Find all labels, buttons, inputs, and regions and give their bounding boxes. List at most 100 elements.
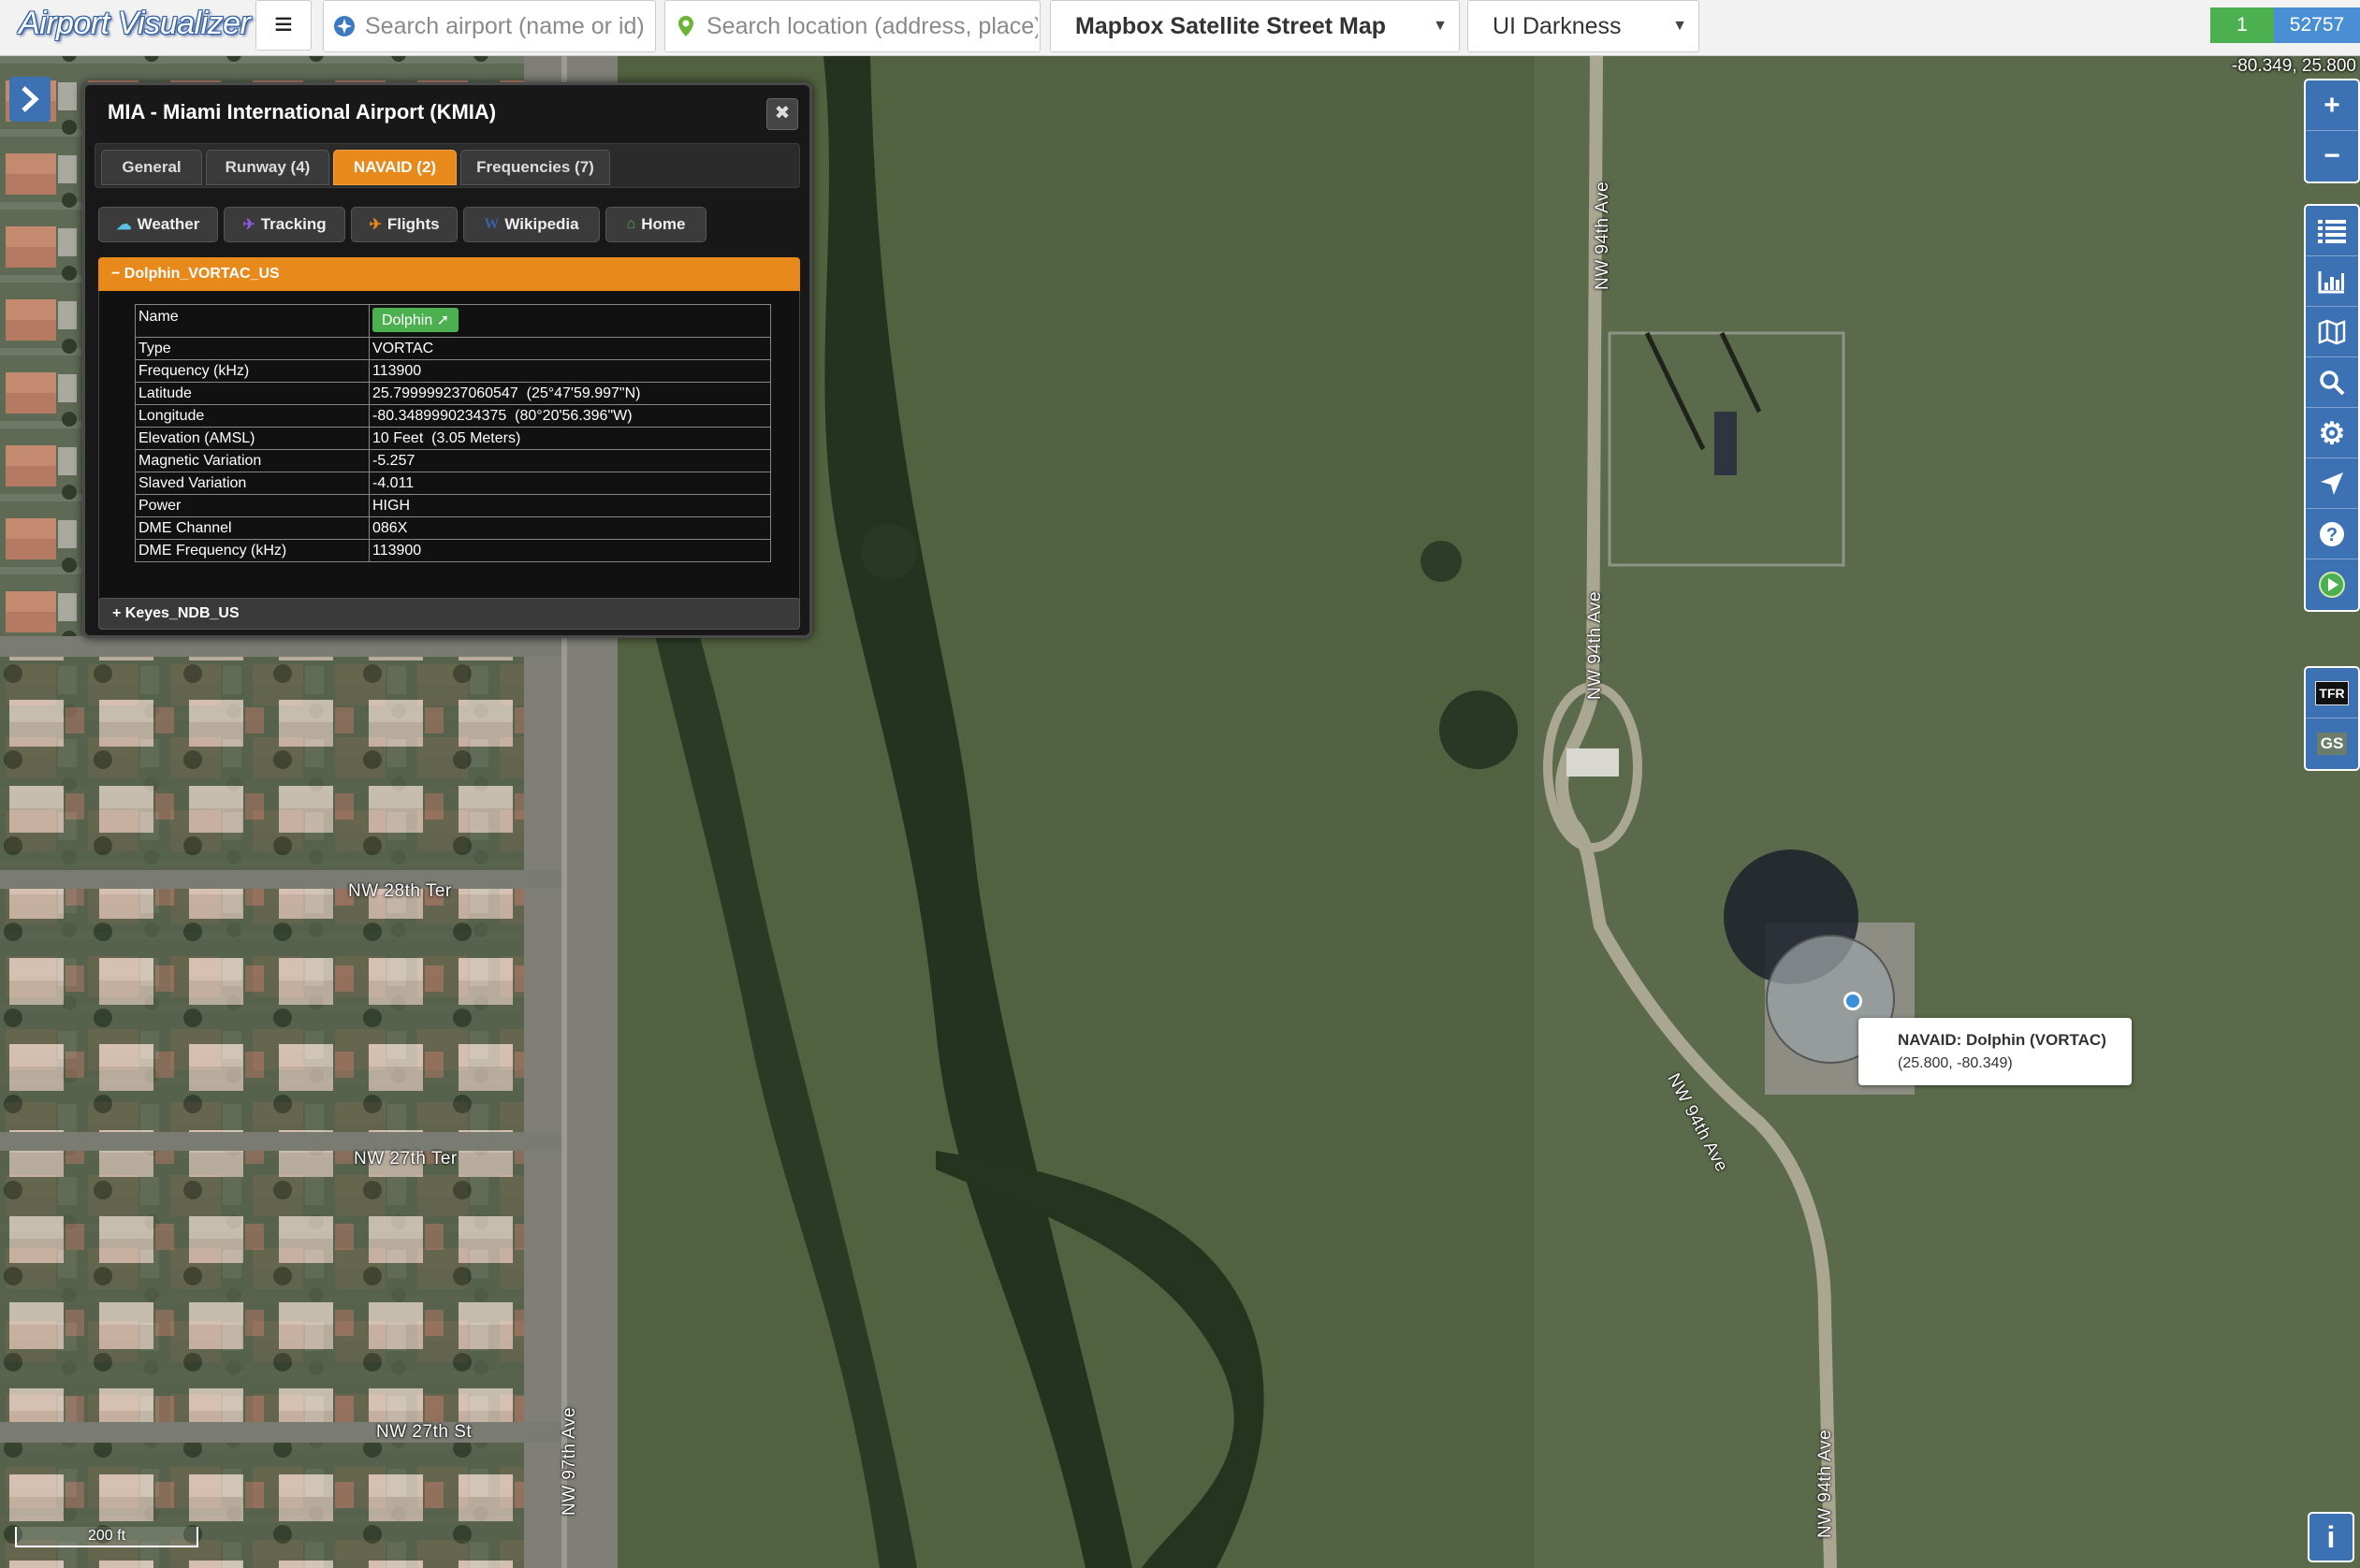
table-row: DME Channel 086X bbox=[135, 516, 771, 540]
gear-icon: ⚙ bbox=[2318, 415, 2346, 450]
table-row: Elevation (AMSL) 10 Feet (3.05 Meters) bbox=[135, 427, 771, 450]
tracking-button-label: Tracking bbox=[260, 215, 327, 233]
gs-button[interactable]: GS bbox=[2306, 719, 2358, 769]
row-value: Dolphin ➚ bbox=[369, 304, 771, 338]
table-row: Name Dolphin ➚ bbox=[135, 304, 771, 338]
tab-navaid[interactable]: NAVAID (2) bbox=[333, 150, 457, 185]
location-search-input[interactable] bbox=[705, 11, 1040, 41]
play-icon bbox=[2319, 572, 2345, 598]
zoom-controls: + − bbox=[2304, 79, 2360, 183]
home-icon: ⌂ bbox=[626, 216, 636, 232]
tab-general[interactable]: General bbox=[101, 150, 202, 185]
play-button[interactable] bbox=[2306, 559, 2358, 610]
chart-button[interactable] bbox=[2306, 256, 2358, 307]
collapse-icon: − bbox=[111, 266, 121, 282]
navaid-name-link[interactable]: Dolphin ➚ bbox=[372, 308, 459, 332]
plane-icon: ✈ bbox=[369, 217, 382, 233]
top-bar: Airport Visualizer ≡ Mapbox Satellite St… bbox=[0, 0, 2360, 56]
wikipedia-button-label: Wikipedia bbox=[504, 215, 579, 233]
row-key: DME Frequency (kHz) bbox=[135, 539, 370, 562]
coordinate-readout: -80.349, 25.800 bbox=[2231, 56, 2356, 76]
table-row: Latitude 25.799999237060547 (25°47'59.997… bbox=[135, 382, 771, 405]
tfr-button[interactable]: TFR bbox=[2306, 668, 2358, 719]
tfr-label: TFR bbox=[2315, 680, 2349, 705]
info-button[interactable]: i bbox=[2308, 1512, 2354, 1562]
gs-label: GS bbox=[2316, 733, 2348, 755]
counter-left: 1 bbox=[2210, 7, 2274, 43]
row-key: Name bbox=[135, 304, 370, 338]
counter-right: 52757 bbox=[2274, 7, 2360, 43]
airport-search-input[interactable] bbox=[363, 11, 655, 41]
search-button[interactable] bbox=[2306, 357, 2358, 408]
bar-chart-icon bbox=[2318, 270, 2344, 293]
keyes-section-header[interactable]: + Keyes_NDB_US bbox=[98, 598, 800, 630]
map-pin-icon bbox=[678, 16, 693, 36]
row-value: 086X bbox=[369, 516, 771, 540]
row-key: DME Channel bbox=[135, 516, 370, 540]
flights-button[interactable]: ✈ Flights bbox=[351, 207, 458, 242]
tracking-button[interactable]: ✈ Tracking bbox=[224, 207, 345, 242]
street-label: NW 27th St bbox=[376, 1422, 473, 1442]
keyes-section-title: Keyes_NDB_US bbox=[124, 605, 240, 621]
zoom-in-button[interactable]: + bbox=[2306, 80, 2358, 131]
row-value: VORTAC bbox=[369, 337, 771, 360]
list-button[interactable] bbox=[2306, 206, 2358, 256]
row-value: 113900 bbox=[369, 359, 771, 383]
navaid-tooltip: NAVAID: Dolphin (VORTAC) (25.800, -80.34… bbox=[1858, 1018, 2132, 1085]
home-button-label: Home bbox=[641, 215, 686, 233]
map-style-value: Mapbox Satellite Street Map bbox=[1075, 12, 1387, 39]
locate-button[interactable] bbox=[2306, 458, 2358, 509]
home-button[interactable]: ⌂ Home bbox=[605, 207, 707, 242]
table-row: Power HIGH bbox=[135, 494, 771, 517]
weather-button[interactable]: ☁ Weather bbox=[98, 207, 218, 242]
row-value: 25.799999237060547 (25°47'59.997"N) bbox=[369, 382, 771, 405]
expand-icon: + bbox=[112, 605, 122, 621]
map-layers-button[interactable] bbox=[2306, 307, 2358, 357]
dropdown-arrow-icon: ▼ bbox=[1433, 18, 1448, 34]
row-key: Latitude bbox=[135, 382, 370, 405]
airport-search-box[interactable] bbox=[323, 0, 656, 52]
menu-button[interactable]: ≡ bbox=[255, 0, 312, 51]
svg-text:?: ? bbox=[2326, 525, 2338, 545]
wikipedia-button[interactable]: W Wikipedia bbox=[463, 207, 600, 242]
street-label: NW 28th Ter bbox=[348, 881, 452, 901]
search-icon bbox=[2320, 370, 2345, 395]
airport-info-panel: MIA - Miami International Airport (KMIA)… bbox=[82, 82, 812, 638]
row-value: -80.3489990234375 (80°20'56.396"W) bbox=[369, 404, 771, 428]
help-button[interactable]: ? bbox=[2306, 509, 2358, 559]
location-search-box[interactable] bbox=[664, 0, 1041, 52]
row-key: Slaved Variation bbox=[135, 472, 370, 495]
navaid-name-label: Dolphin bbox=[382, 312, 433, 328]
ui-theme-value: UI Darkness bbox=[1493, 12, 1622, 39]
row-value: HIGH bbox=[369, 494, 771, 517]
app-logo[interactable]: Airport Visualizer bbox=[19, 6, 251, 42]
navaid-marker[interactable] bbox=[1843, 992, 1862, 1010]
plane-icon: ✈ bbox=[242, 217, 255, 233]
list-icon bbox=[2318, 219, 2346, 243]
row-value: -5.257 bbox=[369, 449, 771, 472]
expand-sidebar-button[interactable] bbox=[9, 77, 51, 122]
map-style-select[interactable]: Mapbox Satellite Street Map ▼ bbox=[1050, 0, 1460, 52]
row-key: Power bbox=[135, 494, 370, 517]
table-row: DME Frequency (kHz) 113900 bbox=[135, 539, 771, 562]
tooltip-title: NAVAID: Dolphin (VORTAC) bbox=[1898, 1031, 2106, 1049]
question-icon: ? bbox=[2320, 521, 2344, 546]
street-label: NW 97th Ave bbox=[560, 1406, 579, 1516]
panel-tabs: General Runway (4) NAVAID (2) Frequencie… bbox=[95, 143, 800, 188]
close-icon[interactable]: ✖ bbox=[766, 98, 798, 130]
counter-badge: 1 52757 bbox=[2210, 7, 2360, 43]
tooltip-coords: (25.800, -80.349) bbox=[1898, 1055, 2013, 1071]
tab-runway[interactable]: Runway (4) bbox=[206, 150, 329, 185]
navaid-section-header[interactable]: − Dolphin_VORTAC_US bbox=[98, 257, 800, 291]
chevron-right-icon bbox=[22, 86, 39, 112]
overlay-tools: TFR GS bbox=[2304, 666, 2360, 771]
street-label: NW 94th Ave bbox=[1815, 1429, 1835, 1538]
table-row: Type VORTAC bbox=[135, 337, 771, 360]
tab-frequencies[interactable]: Frequencies (7) bbox=[460, 150, 610, 185]
ui-theme-select[interactable]: UI Darkness ▼ bbox=[1467, 0, 1699, 52]
settings-button[interactable]: ⚙ bbox=[2306, 408, 2358, 458]
dropdown-arrow-icon: ▼ bbox=[1672, 18, 1687, 34]
navaid-detail-table: Name Dolphin ➚ Type VORTAC Frequency (kHz… bbox=[135, 304, 771, 562]
row-value: 113900 bbox=[369, 539, 771, 562]
zoom-out-button[interactable]: − bbox=[2306, 131, 2358, 181]
